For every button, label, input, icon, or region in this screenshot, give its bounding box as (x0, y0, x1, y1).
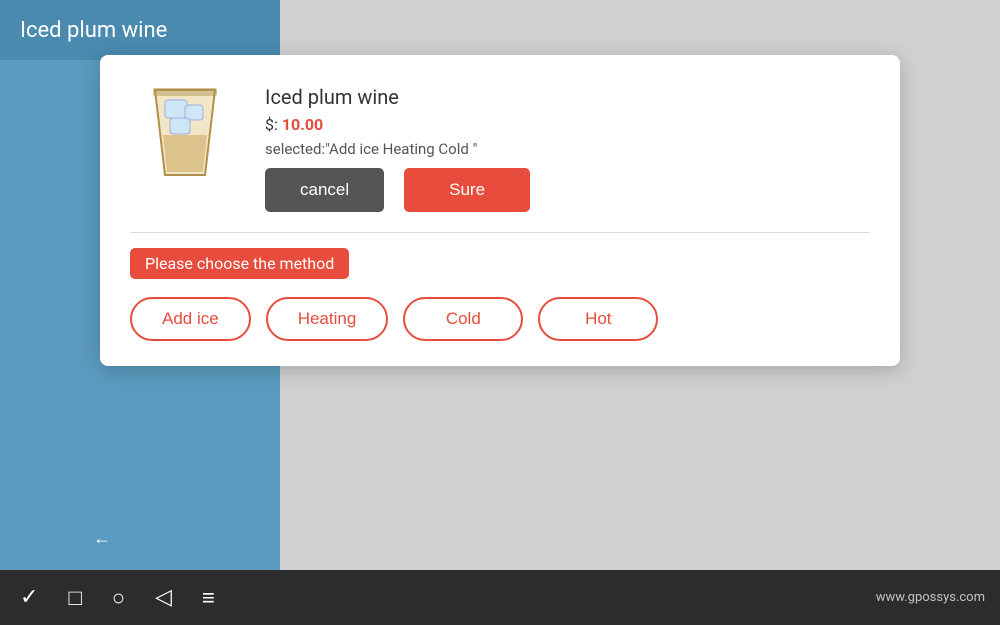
product-dialog: Iced plum wine $: 10.00 selected:"Add ic… (100, 55, 900, 366)
checkmark-icon[interactable]: ✓ (20, 585, 38, 610)
menu-icon[interactable]: ≡ (202, 585, 215, 611)
method-options: Add ice Heating Cold Hot (130, 297, 870, 341)
method-section: Please choose the method Add ice Heating… (130, 248, 870, 341)
square-icon[interactable]: □ (68, 585, 81, 611)
method-cold[interactable]: Cold (403, 297, 523, 341)
product-selected: selected:"Add ice Heating Cold " (265, 140, 870, 158)
bottom-navigation: ✓ □ ○ ◁ ≡ (20, 585, 215, 611)
circle-icon[interactable]: ○ (112, 585, 125, 611)
watermark: www.gpossys.com (876, 590, 985, 605)
bottom-bar: ✓ □ ○ ◁ ≡ www.gpossys.com (0, 570, 1000, 625)
product-info: Iced plum wine $: 10.00 selected:"Add ic… (265, 80, 870, 212)
product-image-svg (130, 80, 240, 190)
method-heating[interactable]: Heating (266, 297, 389, 341)
app-title: Iced plum wine (20, 18, 167, 43)
bottom-back-button[interactable]: ← (65, 520, 139, 557)
method-hot[interactable]: Hot (538, 297, 658, 341)
modal-divider (130, 232, 870, 233)
product-name: Iced plum wine (265, 85, 870, 109)
modal-actions: cancel Sure (265, 168, 870, 212)
back-nav-icon[interactable]: ◁ (155, 585, 172, 610)
top-bar: Iced plum wine (0, 0, 280, 60)
product-price: $: 10.00 (265, 115, 870, 134)
method-label: Please choose the method (130, 248, 349, 279)
modal-header: Iced plum wine $: 10.00 selected:"Add ic… (130, 80, 870, 212)
product-image (130, 80, 240, 190)
cancel-button[interactable]: cancel (265, 168, 384, 212)
bottom-back-icon: ← (93, 528, 111, 548)
price-value: 10.00 (282, 115, 323, 134)
price-label: $: (265, 115, 278, 134)
method-add-ice[interactable]: Add ice (130, 297, 251, 341)
sure-button[interactable]: Sure (404, 168, 530, 212)
